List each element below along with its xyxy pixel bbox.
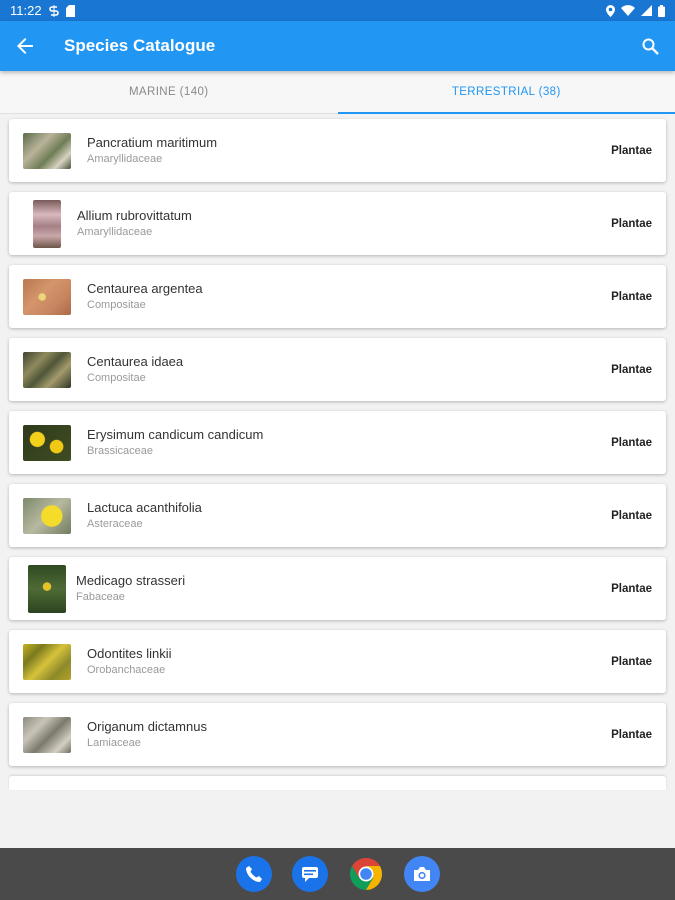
species-thumbnail bbox=[23, 278, 71, 315]
species-family: Compositae bbox=[87, 299, 146, 311]
app-bar: Species Catalogue bbox=[0, 21, 675, 71]
species-thumbnail bbox=[33, 199, 61, 248]
species-name: Origanum dictamnus bbox=[87, 719, 207, 734]
list-item[interactable]: Centaurea idaea Compositae Plantae bbox=[9, 338, 666, 401]
location-icon bbox=[606, 4, 615, 17]
species-name: Odontites linkii bbox=[87, 646, 172, 661]
list-item[interactable]: Medicago strasseri Fabaceae Plantae bbox=[9, 557, 666, 620]
phone-app-icon[interactable] bbox=[235, 856, 272, 892]
status-bar: 11:22 bbox=[0, 0, 675, 21]
species-family: Amaryllidaceae bbox=[87, 153, 163, 165]
species-family: Asteraceae bbox=[87, 518, 143, 530]
species-kingdom: Plantae bbox=[611, 290, 652, 303]
list-item[interactable]: Allium rubrovittatum Amaryllidaceae Plan… bbox=[9, 192, 666, 255]
species-name: Centaurea idaea bbox=[87, 354, 184, 369]
camera-app-icon[interactable] bbox=[403, 856, 440, 892]
species-family: Amaryllidaceae bbox=[77, 226, 153, 238]
cell-signal-icon bbox=[641, 5, 652, 16]
species-family: Brassicaceae bbox=[87, 445, 154, 457]
species-family: Compositae bbox=[87, 372, 146, 384]
tab-terrestrial[interactable]: TERRESTRIAL (38) bbox=[337, 71, 675, 114]
species-thumbnail bbox=[23, 643, 71, 680]
species-kingdom: Plantae bbox=[611, 217, 652, 230]
arrow-back-icon bbox=[17, 38, 33, 54]
wifi-icon bbox=[621, 5, 635, 16]
tab-bar: MARINE (140) TERRESTRIAL (38) bbox=[0, 71, 675, 114]
tab-marine[interactable]: MARINE (140) bbox=[0, 71, 338, 113]
list-item[interactable]: Odontites linkii Orobanchaceae Plantae bbox=[9, 630, 666, 693]
species-family: Lamiaceae bbox=[87, 737, 141, 749]
messages-app-icon[interactable] bbox=[291, 856, 328, 892]
species-family: Orobanchaceae bbox=[87, 664, 166, 676]
status-time: 11:22 bbox=[10, 3, 42, 18]
list-item[interactable] bbox=[9, 776, 666, 790]
search-button[interactable] bbox=[625, 21, 675, 71]
page-title: Species Catalogue bbox=[64, 36, 216, 55]
species-thumbnail bbox=[23, 424, 71, 461]
list-item[interactable]: Pancratium maritimum Amaryllidaceae Plan… bbox=[9, 119, 666, 182]
s-badge-icon bbox=[48, 4, 59, 17]
sd-card-icon bbox=[65, 4, 75, 17]
species-kingdom: Plantae bbox=[611, 144, 652, 157]
species-list[interactable]: Pancratium maritimum Amaryllidaceae Plan… bbox=[0, 114, 675, 792]
species-thumbnail bbox=[23, 351, 71, 388]
species-thumbnail bbox=[23, 497, 71, 534]
navigation-dock bbox=[0, 848, 675, 900]
list-item[interactable]: Origanum dictamnus Lamiaceae Plantae bbox=[9, 703, 666, 766]
species-kingdom: Plantae bbox=[611, 509, 652, 522]
species-name: Allium rubrovittatum bbox=[77, 208, 192, 223]
species-kingdom: Plantae bbox=[611, 436, 652, 449]
species-kingdom: Plantae bbox=[611, 728, 652, 741]
species-name: Erysimum candicum candicum bbox=[87, 427, 264, 442]
list-item[interactable]: Centaurea argentea Compositae Plantae bbox=[9, 265, 666, 328]
species-thumbnail bbox=[28, 564, 66, 613]
search-icon bbox=[642, 38, 659, 55]
species-kingdom: Plantae bbox=[611, 582, 652, 595]
list-item[interactable]: Lactuca acanthifolia Asteraceae Plantae bbox=[9, 484, 666, 547]
battery-icon bbox=[658, 4, 665, 17]
species-kingdom: Plantae bbox=[611, 655, 652, 668]
species-thumbnail bbox=[23, 132, 71, 169]
species-name: Pancratium maritimum bbox=[87, 135, 218, 150]
species-name: Centaurea argentea bbox=[87, 281, 203, 296]
list-item[interactable]: Erysimum candicum candicum Brassicaceae … bbox=[9, 411, 666, 474]
chrome-app-icon[interactable] bbox=[348, 856, 384, 892]
back-button[interactable] bbox=[0, 21, 50, 71]
species-family: Fabaceae bbox=[76, 591, 125, 603]
species-thumbnail bbox=[23, 716, 71, 753]
species-kingdom: Plantae bbox=[611, 363, 652, 376]
species-name: Lactuca acanthifolia bbox=[87, 500, 202, 515]
species-name: Medicago strasseri bbox=[76, 573, 186, 588]
